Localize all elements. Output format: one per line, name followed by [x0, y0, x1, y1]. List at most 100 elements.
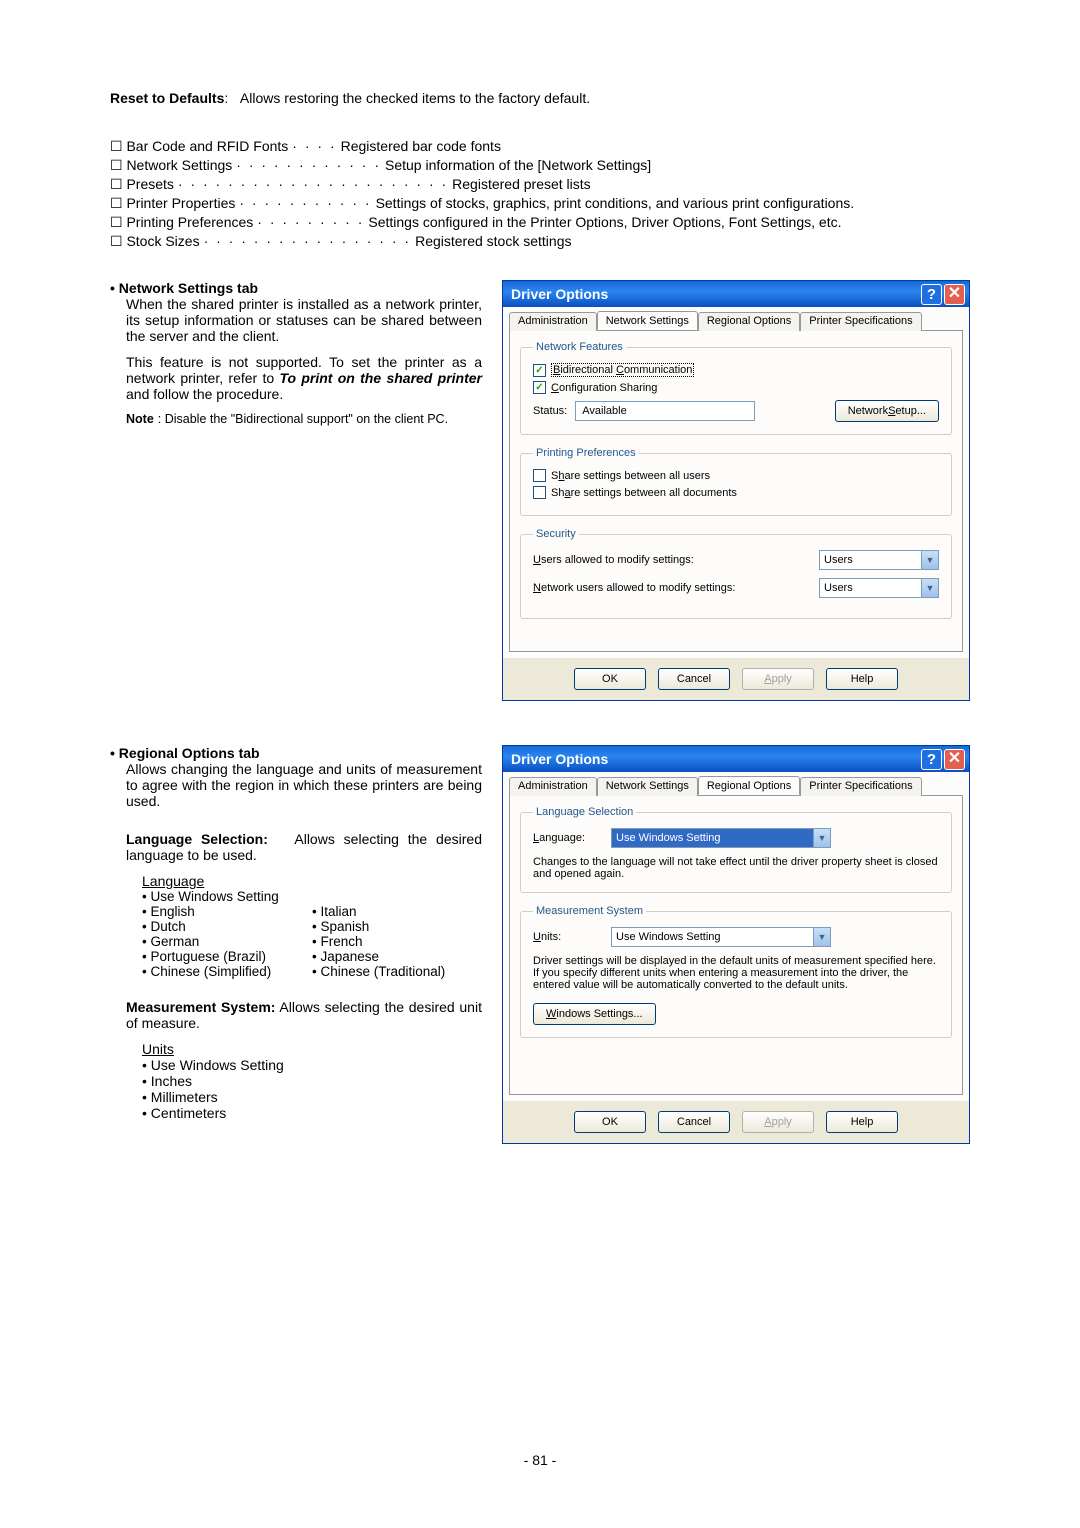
bidirectional-label: Bidirectional Communication — [551, 363, 694, 377]
defn-term: ☐ Network Settings — [110, 157, 232, 174]
lang-item: • Chinese (Simplified) — [142, 964, 312, 979]
title-text: Driver Options — [511, 286, 919, 302]
status-label: Status: — [533, 405, 567, 417]
status-value: Available — [575, 401, 755, 421]
network-users-select[interactable]: Users▼ — [819, 578, 939, 598]
share-all-docs-row[interactable]: Share settings between all documents — [533, 486, 939, 499]
defn-term: ☐ Presets — [110, 176, 174, 193]
reset-heading: Reset to Defaults — [110, 90, 224, 106]
close-icon[interactable]: ✕ — [944, 749, 965, 770]
help-button[interactable]: Help — [826, 1111, 898, 1133]
u2: C — [616, 364, 624, 376]
right-column: Driver Options ? ✕ Administration Networ… — [502, 745, 970, 1170]
lang-sel-line: Language Selection: Allows selecting the… — [110, 831, 482, 863]
defn-desc: Setup information of the [Network Settin… — [385, 157, 970, 174]
checkbox-icon[interactable] — [533, 486, 546, 499]
tab-regional-options[interactable]: Regional Options — [698, 776, 800, 795]
defn-row: ☐ Printing Preferences · · · · · · · · ·… — [110, 214, 970, 231]
tab-administration[interactable]: Administration — [509, 312, 597, 331]
button-bar: OK Cancel Apply Help — [503, 1101, 969, 1143]
note-label: Note — [126, 412, 154, 426]
language-note: Changes to the language will not take ef… — [533, 856, 939, 880]
lang-item: • German — [142, 934, 312, 949]
measurement-system-group: Measurement System Units: Use Windows Se… — [520, 905, 952, 1038]
dots: · · · · · · · · · · · · — [232, 157, 385, 174]
lang-item: • Italian — [312, 904, 482, 919]
meas-heading: Measurement System: — [126, 999, 275, 1015]
reset-section: Reset to Defaults: Allows restoring the … — [110, 90, 970, 250]
t: Network — [848, 405, 888, 417]
cancel-button[interactable]: Cancel — [658, 1111, 730, 1133]
net-para2-b: To print on the shared printer — [279, 370, 482, 386]
t: sers allowed to modify settings: — [541, 554, 694, 566]
dots: · · · · · · · · · · · — [235, 195, 375, 212]
driver-options-dialog-network: Driver Options ? ✕ Administration Networ… — [502, 280, 970, 701]
network-setup-button[interactable]: Network Setup... — [835, 400, 939, 422]
lang-item: • Chinese (Traditional) — [312, 964, 482, 979]
client-area: Administration Network Settings Regional… — [503, 307, 969, 700]
checkbox-icon[interactable]: ✓ — [533, 381, 546, 394]
titlebar[interactable]: Driver Options ? ✕ — [503, 281, 969, 307]
net-note: Note : Disable the "Bidirectional suppor… — [110, 412, 482, 426]
defn-row: ☐ Printer Properties · · · · · · · · · ·… — [110, 195, 970, 212]
right-column: Driver Options ? ✕ Administration Networ… — [502, 280, 970, 727]
help-button[interactable]: Help — [826, 668, 898, 690]
defn-list: ☐ Bar Code and RFID Fonts · · · · Regist… — [110, 138, 970, 250]
ok-button[interactable]: OK — [574, 668, 646, 690]
group-legend: Measurement System — [533, 905, 646, 917]
help-icon[interactable]: ? — [921, 749, 942, 770]
t: nits: — [541, 931, 561, 943]
titlebar[interactable]: Driver Options ? ✕ — [503, 746, 969, 772]
tab-network-settings[interactable]: Network Settings — [597, 311, 698, 330]
tab-regional-options[interactable]: Regional Options — [698, 312, 800, 331]
users-allowed-label: Users allowed to modify settings: — [533, 554, 819, 566]
tab-printer-specifications[interactable]: Printer Specifications — [800, 312, 921, 331]
language-selection-group: Language Selection Language: Use Windows… — [520, 806, 952, 893]
language-select[interactable]: Use Windows Setting▼ — [611, 828, 831, 848]
network-features-group: Network Features ✓ Bidirectional Communi… — [520, 341, 952, 435]
defn-term: ☐ Printing Preferences — [110, 214, 253, 231]
lang-grid: • Use Windows Setting • English • Italia… — [142, 889, 482, 979]
driver-options-dialog-regional: Driver Options ? ✕ Administration Networ… — [502, 745, 970, 1144]
v: Use Windows Setting — [616, 931, 721, 943]
network-settings-section: • Network Settings tab When the shared p… — [110, 280, 970, 727]
help-icon[interactable]: ? — [921, 284, 942, 305]
tab-page: Network Features ✓ Bidirectional Communi… — [509, 330, 963, 652]
tab-administration[interactable]: Administration — [509, 777, 597, 796]
checkbox-icon[interactable]: ✓ — [533, 364, 546, 377]
lang-item: • Spanish — [312, 919, 482, 934]
checkbox-icon[interactable] — [533, 469, 546, 482]
defn-desc: Registered bar code fonts — [341, 138, 970, 155]
apply-button[interactable]: Apply — [742, 1111, 814, 1133]
tab-printer-specifications[interactable]: Printer Specifications — [800, 777, 921, 796]
network-users-row: Network users allowed to modify settings… — [533, 578, 939, 598]
units-select[interactable]: Use Windows Setting▼ — [611, 927, 831, 947]
u: U — [533, 931, 541, 943]
tab-network-settings[interactable]: Network Settings — [597, 777, 698, 796]
lang-item: • Use Windows Setting — [142, 889, 312, 904]
close-icon[interactable]: ✕ — [944, 284, 965, 305]
units-list: Units • Use Windows Setting • Inches • M… — [110, 1041, 482, 1121]
config-sharing-row[interactable]: ✓ Configuration Sharing — [533, 381, 939, 394]
lang-item — [312, 889, 482, 904]
lang-item: • English — [142, 904, 312, 919]
t: onfiguration Sharing — [559, 382, 657, 394]
users-allowed-select[interactable]: Users▼ — [819, 550, 939, 570]
t2: ommunication — [624, 364, 692, 376]
unit-item: • Use Windows Setting — [142, 1057, 482, 1073]
apply-button[interactable]: Apply — [742, 668, 814, 690]
windows-settings-button[interactable]: Windows Settings... — [533, 1003, 656, 1025]
button-bar: OK Cancel Apply Help — [503, 658, 969, 700]
t: etwork users allowed to modify settings: — [541, 582, 735, 594]
cancel-button[interactable]: Cancel — [658, 668, 730, 690]
users-allowed-row: Users allowed to modify settings: Users▼ — [533, 550, 939, 570]
lang-sel-heading: Language Selection: — [126, 831, 268, 847]
bidirectional-row[interactable]: ✓ Bidirectional Communication — [533, 363, 939, 377]
units-heading: Units — [142, 1041, 174, 1057]
regional-options-section: • Regional Options tab Allows changing t… — [110, 745, 970, 1170]
ok-button[interactable]: OK — [574, 1111, 646, 1133]
t: pply — [772, 1116, 792, 1128]
share-all-users-row[interactable]: Share settings between all users — [533, 469, 939, 482]
defn-desc: Registered stock settings — [415, 233, 970, 250]
group-legend: Language Selection — [533, 806, 636, 818]
